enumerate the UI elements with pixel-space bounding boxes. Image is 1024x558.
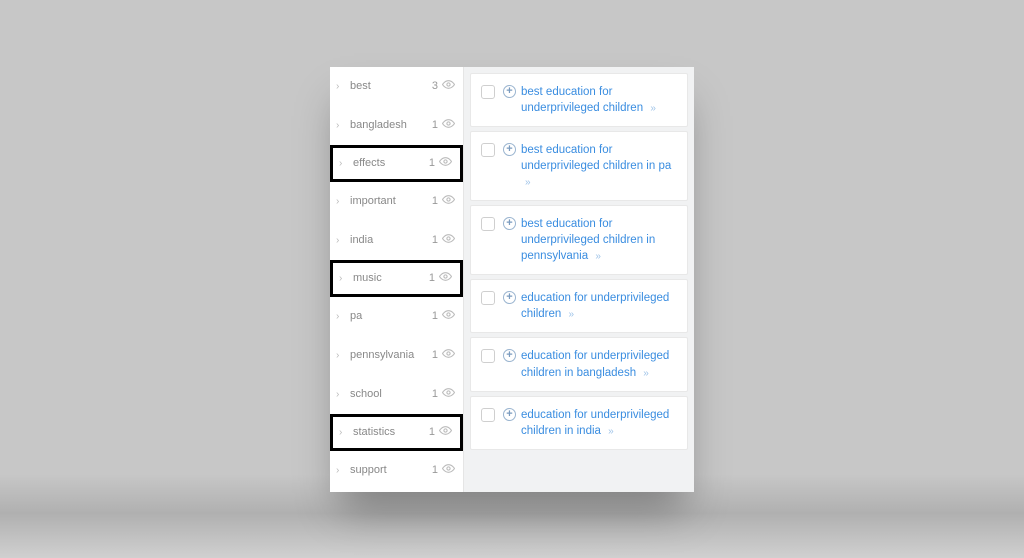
sidebar-item-count: 1 xyxy=(432,349,438,361)
result-link[interactable]: education for underprivileged children i… xyxy=(521,407,677,439)
result-link[interactable]: education for underprivileged children i… xyxy=(521,348,677,380)
double-chevron-icon: » xyxy=(568,309,574,320)
eye-icon[interactable] xyxy=(442,232,455,248)
sidebar-item-pa[interactable]: › pa1 xyxy=(330,297,463,336)
sidebar-item-label: pennsylvania xyxy=(350,349,432,361)
expand-icon[interactable]: + xyxy=(503,217,516,230)
chevron-right-icon: › xyxy=(339,427,349,438)
eye-icon[interactable] xyxy=(442,193,455,209)
result-link[interactable]: best education for underprivileged child… xyxy=(521,216,677,264)
checkbox[interactable] xyxy=(481,291,495,305)
sidebar-item-count: 1 xyxy=(429,157,435,169)
checkbox[interactable] xyxy=(481,217,495,231)
double-chevron-icon: » xyxy=(595,251,601,262)
sidebar-item-label: music xyxy=(353,272,429,284)
sidebar-item-count: 1 xyxy=(432,310,438,322)
sidebar-item-count: 3 xyxy=(432,80,438,92)
eye-icon[interactable] xyxy=(442,308,455,324)
sidebar-item-label: bangladesh xyxy=(350,119,432,131)
sidebar-item-count: 1 xyxy=(432,464,438,476)
checkbox[interactable] xyxy=(481,85,495,99)
result-text: best education for underprivileged child… xyxy=(521,144,671,172)
checkbox[interactable] xyxy=(481,408,495,422)
chevron-right-icon: › xyxy=(339,158,349,169)
double-chevron-icon: » xyxy=(608,426,614,437)
sidebar-item-count: 1 xyxy=(432,119,438,131)
eye-icon[interactable] xyxy=(439,270,452,286)
sidebar-item-count: 1 xyxy=(429,272,435,284)
result-row: + best education for underprivileged chil… xyxy=(470,73,688,127)
chevron-right-icon: › xyxy=(336,120,346,131)
sidebar-item-label: india xyxy=(350,234,432,246)
eye-icon[interactable] xyxy=(442,347,455,363)
sidebar-item-count: 1 xyxy=(432,234,438,246)
expand-icon[interactable]: + xyxy=(503,85,516,98)
eye-icon[interactable] xyxy=(442,117,455,133)
sidebar-item-count: 1 xyxy=(429,426,435,438)
checkbox[interactable] xyxy=(481,349,495,363)
result-link[interactable]: education for underprivileged children » xyxy=(521,290,677,322)
sidebar-item-count: 1 xyxy=(432,388,438,400)
eye-icon[interactable] xyxy=(439,155,452,171)
result-row: + best education for underprivileged chil… xyxy=(470,131,688,201)
chevron-right-icon: › xyxy=(336,235,346,246)
result-row: + education for underprivileged children … xyxy=(470,337,688,391)
sidebar-item-count: 1 xyxy=(432,195,438,207)
sidebar-item-important[interactable]: › important1 xyxy=(330,182,463,221)
chevron-right-icon: › xyxy=(336,81,346,92)
result-link[interactable]: best education for underprivileged child… xyxy=(521,142,677,190)
result-text: best education for underprivileged child… xyxy=(521,86,643,114)
result-row: + best education for underprivileged chil… xyxy=(470,205,688,275)
sidebar-item-label: pa xyxy=(350,310,432,322)
eye-icon[interactable] xyxy=(442,462,455,478)
sidebar-item-music[interactable]: › music1 xyxy=(330,260,463,297)
sidebar-item-label: important xyxy=(350,195,432,207)
double-chevron-icon: » xyxy=(650,103,656,114)
results-list: + best education for underprivileged chil… xyxy=(464,67,694,492)
result-text: education for underprivileged children xyxy=(521,292,669,320)
expand-icon[interactable]: + xyxy=(503,408,516,421)
chevron-right-icon: › xyxy=(339,273,349,284)
result-link[interactable]: best education for underprivileged child… xyxy=(521,84,677,116)
sidebar-item-effects[interactable]: › effects1 xyxy=(330,145,463,182)
expand-icon[interactable]: + xyxy=(503,349,516,362)
sidebar-item-support[interactable]: › support1 xyxy=(330,451,463,490)
result-text: best education for underprivileged child… xyxy=(521,218,655,262)
chevron-right-icon: › xyxy=(336,311,346,322)
sidebar-item-label: support xyxy=(350,464,432,476)
chevron-right-icon: › xyxy=(336,465,346,476)
sidebar-item-best[interactable]: › best3 xyxy=(330,67,463,106)
sidebar-item-india[interactable]: › india1 xyxy=(330,221,463,260)
sidebar-item-label: school xyxy=(350,388,432,400)
sidebar-item-pennsylvania[interactable]: › pennsylvania1 xyxy=(330,336,463,375)
keyword-panel: ›best3›bangladesh1›effects1›important1›i… xyxy=(330,67,694,492)
sidebar-filter-list: ›best3›bangladesh1›effects1›important1›i… xyxy=(330,67,464,492)
result-text: education for underprivileged children i… xyxy=(521,409,669,437)
expand-icon[interactable]: + xyxy=(503,291,516,304)
chevron-right-icon: › xyxy=(336,389,346,400)
chevron-right-icon: › xyxy=(336,196,346,207)
chevron-right-icon: › xyxy=(336,350,346,361)
sidebar-item-statistics[interactable]: › statistics1 xyxy=(330,414,463,451)
sidebar-item-school[interactable]: › school1 xyxy=(330,375,463,414)
eye-icon[interactable] xyxy=(442,78,455,94)
double-chevron-icon: » xyxy=(643,368,649,379)
sidebar-item-bangladesh[interactable]: › bangladesh1 xyxy=(330,106,463,145)
sidebar-item-label: effects xyxy=(353,157,429,169)
sidebar-item-label: statistics xyxy=(353,426,429,438)
result-row: + education for underprivileged children … xyxy=(470,279,688,333)
expand-icon[interactable]: + xyxy=(503,143,516,156)
eye-icon[interactable] xyxy=(439,424,452,440)
eye-icon[interactable] xyxy=(442,386,455,402)
sidebar-item-label: best xyxy=(350,80,432,92)
double-chevron-icon: » xyxy=(525,177,531,188)
checkbox[interactable] xyxy=(481,143,495,157)
result-row: + education for underprivileged children … xyxy=(470,396,688,450)
